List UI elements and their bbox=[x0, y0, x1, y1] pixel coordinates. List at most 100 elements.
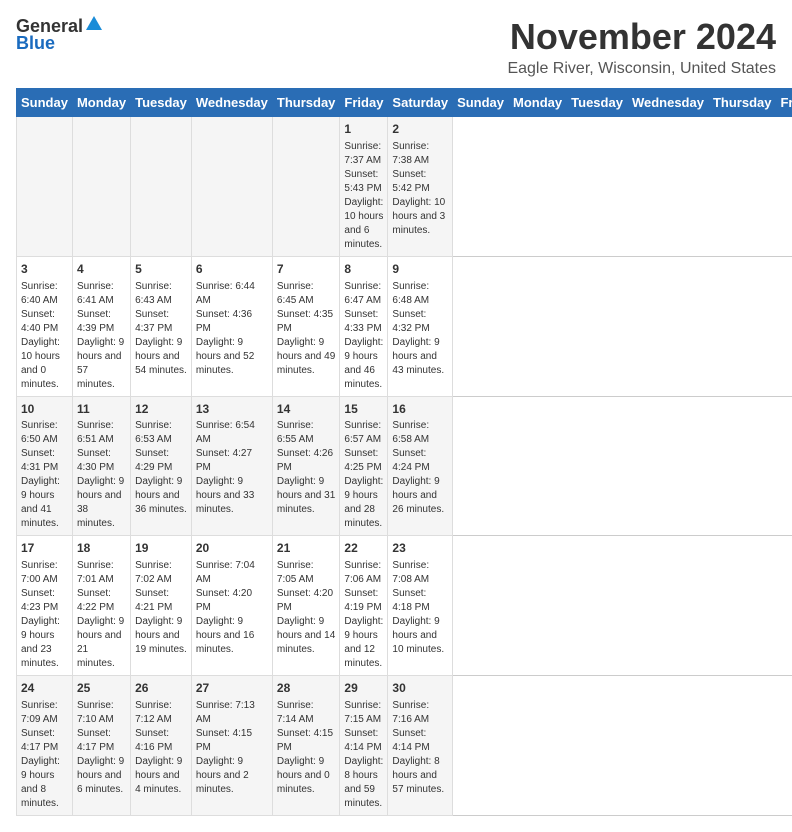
header-day-monday: Monday bbox=[72, 89, 130, 117]
day-info: Sunrise: 7:16 AM Sunset: 4:14 PM Dayligh… bbox=[392, 699, 448, 797]
calendar-cell: 3Sunrise: 6:40 AM Sunset: 4:40 PM Daylig… bbox=[17, 256, 73, 396]
day-info: Sunrise: 6:44 AM Sunset: 4:36 PM Dayligh… bbox=[196, 280, 268, 378]
calendar-cell: 13Sunrise: 6:54 AM Sunset: 4:27 PM Dayli… bbox=[191, 396, 272, 536]
calendar-cell: 10Sunrise: 6:50 AM Sunset: 4:31 PM Dayli… bbox=[17, 396, 73, 536]
day-info: Sunrise: 6:51 AM Sunset: 4:30 PM Dayligh… bbox=[77, 419, 126, 531]
day-info: Sunrise: 7:06 AM Sunset: 4:19 PM Dayligh… bbox=[344, 559, 383, 671]
calendar-cell bbox=[17, 117, 73, 257]
day-number: 6 bbox=[196, 261, 268, 278]
calendar-cell: 12Sunrise: 6:53 AM Sunset: 4:29 PM Dayli… bbox=[131, 396, 192, 536]
logo: General Blue bbox=[16, 16, 102, 54]
calendar-cell: 24 Sunrise: 7:09 AM Sunset: 4:17 PM Dayli… bbox=[17, 676, 73, 816]
header-day-thursday: Thursday bbox=[708, 89, 776, 117]
calendar-cell bbox=[72, 117, 130, 257]
calendar-cell: 23 Sunrise: 7:08 AM Sunset: 4:18 PM Dayli… bbox=[388, 536, 453, 676]
header-day-sunday: Sunday bbox=[17, 89, 73, 117]
calendar-week-5: 24 Sunrise: 7:09 AM Sunset: 4:17 PM Dayli… bbox=[17, 676, 792, 816]
header-day-sunday: Sunday bbox=[453, 89, 509, 117]
day-number: 7 bbox=[277, 261, 336, 278]
day-number: 23 bbox=[392, 540, 448, 557]
day-info: Sunrise: 6:41 AM Sunset: 4:39 PM Dayligh… bbox=[77, 280, 126, 392]
day-number: 22 bbox=[344, 540, 383, 557]
day-info: Sunrise: 6:47 AM Sunset: 4:33 PM Dayligh… bbox=[344, 280, 383, 392]
day-number: 24 bbox=[21, 680, 68, 697]
day-info: Sunrise: 7:09 AM Sunset: 4:17 PM Dayligh… bbox=[21, 699, 68, 811]
day-info: Sunrise: 7:08 AM Sunset: 4:18 PM Dayligh… bbox=[392, 559, 448, 657]
day-number: 21 bbox=[277, 540, 336, 557]
header-day-friday: Friday bbox=[776, 89, 792, 117]
calendar-cell: 8 Sunrise: 6:47 AM Sunset: 4:33 PM Daylig… bbox=[340, 256, 388, 396]
calendar-cell: 19 Sunrise: 7:02 AM Sunset: 4:21 PM Dayli… bbox=[131, 536, 192, 676]
calendar-cell: 1 Sunrise: 7:37 AM Sunset: 5:43 PM Daylig… bbox=[340, 117, 388, 257]
day-info: Sunrise: 6:58 AM Sunset: 4:24 PM Dayligh… bbox=[392, 419, 448, 517]
day-number: 12 bbox=[135, 401, 187, 418]
calendar-cell: 22 Sunrise: 7:06 AM Sunset: 4:19 PM Dayli… bbox=[340, 536, 388, 676]
day-number: 1 bbox=[344, 121, 383, 138]
day-info: Sunrise: 7:37 AM Sunset: 5:43 PM Dayligh… bbox=[344, 140, 383, 252]
calendar-cell: 20 Sunrise: 7:04 AM Sunset: 4:20 PM Dayli… bbox=[191, 536, 272, 676]
calendar-cell: 26 Sunrise: 7:12 AM Sunset: 4:16 PM Dayli… bbox=[131, 676, 192, 816]
header-day-wednesday: Wednesday bbox=[627, 89, 708, 117]
logo-triangle-icon bbox=[86, 16, 102, 35]
calendar-cell: 2Sunrise: 7:38 AM Sunset: 5:42 PM Daylig… bbox=[388, 117, 453, 257]
calendar-cell: 30 Sunrise: 7:16 AM Sunset: 4:14 PM Dayli… bbox=[388, 676, 453, 816]
calendar-cell: 9 Sunrise: 6:48 AM Sunset: 4:32 PM Daylig… bbox=[388, 256, 453, 396]
day-number: 26 bbox=[135, 680, 187, 697]
day-info: Sunrise: 6:48 AM Sunset: 4:32 PM Dayligh… bbox=[392, 280, 448, 378]
day-number: 20 bbox=[196, 540, 268, 557]
day-info: Sunrise: 7:01 AM Sunset: 4:22 PM Dayligh… bbox=[77, 559, 126, 671]
calendar-cell: 6 Sunrise: 6:44 AM Sunset: 4:36 PM Daylig… bbox=[191, 256, 272, 396]
header-day-friday: Friday bbox=[340, 89, 388, 117]
header: General Blue November 2024 Eagle River, … bbox=[16, 16, 776, 78]
day-number: 17 bbox=[21, 540, 68, 557]
day-info: Sunrise: 7:05 AM Sunset: 4:20 PM Dayligh… bbox=[277, 559, 336, 657]
day-number: 9 bbox=[392, 261, 448, 278]
day-number: 11 bbox=[77, 401, 126, 418]
day-number: 14 bbox=[277, 401, 336, 418]
calendar-cell: 14Sunrise: 6:55 AM Sunset: 4:26 PM Dayli… bbox=[272, 396, 340, 536]
day-info: Sunrise: 7:02 AM Sunset: 4:21 PM Dayligh… bbox=[135, 559, 187, 657]
header-day-tuesday: Tuesday bbox=[131, 89, 192, 117]
calendar-cell: 7 Sunrise: 6:45 AM Sunset: 4:35 PM Daylig… bbox=[272, 256, 340, 396]
day-number: 4 bbox=[77, 261, 126, 278]
day-number: 28 bbox=[277, 680, 336, 697]
calendar-table: SundayMondayTuesdayWednesdayThursdayFrid… bbox=[16, 88, 792, 816]
calendar-cell: 16Sunrise: 6:58 AM Sunset: 4:24 PM Dayli… bbox=[388, 396, 453, 536]
day-info: Sunrise: 7:15 AM Sunset: 4:14 PM Dayligh… bbox=[344, 699, 383, 811]
calendar-week-1: 1 Sunrise: 7:37 AM Sunset: 5:43 PM Daylig… bbox=[17, 117, 792, 257]
calendar-week-4: 17Sunrise: 7:00 AM Sunset: 4:23 PM Dayli… bbox=[17, 536, 792, 676]
header-day-wednesday: Wednesday bbox=[191, 89, 272, 117]
day-number: 8 bbox=[344, 261, 383, 278]
day-info: Sunrise: 7:12 AM Sunset: 4:16 PM Dayligh… bbox=[135, 699, 187, 797]
day-info: Sunrise: 7:14 AM Sunset: 4:15 PM Dayligh… bbox=[277, 699, 336, 797]
day-number: 19 bbox=[135, 540, 187, 557]
calendar-week-3: 10Sunrise: 6:50 AM Sunset: 4:31 PM Dayli… bbox=[17, 396, 792, 536]
day-info: Sunrise: 7:38 AM Sunset: 5:42 PM Dayligh… bbox=[392, 140, 448, 238]
day-info: Sunrise: 6:50 AM Sunset: 4:31 PM Dayligh… bbox=[21, 419, 68, 531]
day-info: Sunrise: 7:13 AM Sunset: 4:15 PM Dayligh… bbox=[196, 699, 268, 797]
day-info: Sunrise: 6:45 AM Sunset: 4:35 PM Dayligh… bbox=[277, 280, 336, 378]
day-info: Sunrise: 7:04 AM Sunset: 4:20 PM Dayligh… bbox=[196, 559, 268, 657]
calendar-cell: 4 Sunrise: 6:41 AM Sunset: 4:39 PM Daylig… bbox=[72, 256, 130, 396]
calendar-header-row: SundayMondayTuesdayWednesdayThursdayFrid… bbox=[17, 89, 792, 117]
day-number: 15 bbox=[344, 401, 383, 418]
day-number: 25 bbox=[77, 680, 126, 697]
header-day-thursday: Thursday bbox=[272, 89, 340, 117]
calendar-cell bbox=[191, 117, 272, 257]
calendar-cell: 18Sunrise: 7:01 AM Sunset: 4:22 PM Dayli… bbox=[72, 536, 130, 676]
header-day-monday: Monday bbox=[509, 89, 567, 117]
location-title: Eagle River, Wisconsin, United States bbox=[507, 60, 776, 78]
day-number: 29 bbox=[344, 680, 383, 697]
calendar-cell: 5Sunrise: 6:43 AM Sunset: 4:37 PM Daylig… bbox=[131, 256, 192, 396]
day-info: Sunrise: 6:54 AM Sunset: 4:27 PM Dayligh… bbox=[196, 419, 268, 517]
calendar-cell: 21 Sunrise: 7:05 AM Sunset: 4:20 PM Dayli… bbox=[272, 536, 340, 676]
day-number: 16 bbox=[392, 401, 448, 418]
calendar-cell bbox=[272, 117, 340, 257]
month-title: November 2024 bbox=[507, 16, 776, 58]
header-day-saturday: Saturday bbox=[388, 89, 453, 117]
calendar-cell: 28 Sunrise: 7:14 AM Sunset: 4:15 PM Dayli… bbox=[272, 676, 340, 816]
day-number: 30 bbox=[392, 680, 448, 697]
logo-blue-text: Blue bbox=[16, 33, 55, 54]
calendar-cell: 29 Sunrise: 7:15 AM Sunset: 4:14 PM Dayli… bbox=[340, 676, 388, 816]
calendar-week-2: 3Sunrise: 6:40 AM Sunset: 4:40 PM Daylig… bbox=[17, 256, 792, 396]
